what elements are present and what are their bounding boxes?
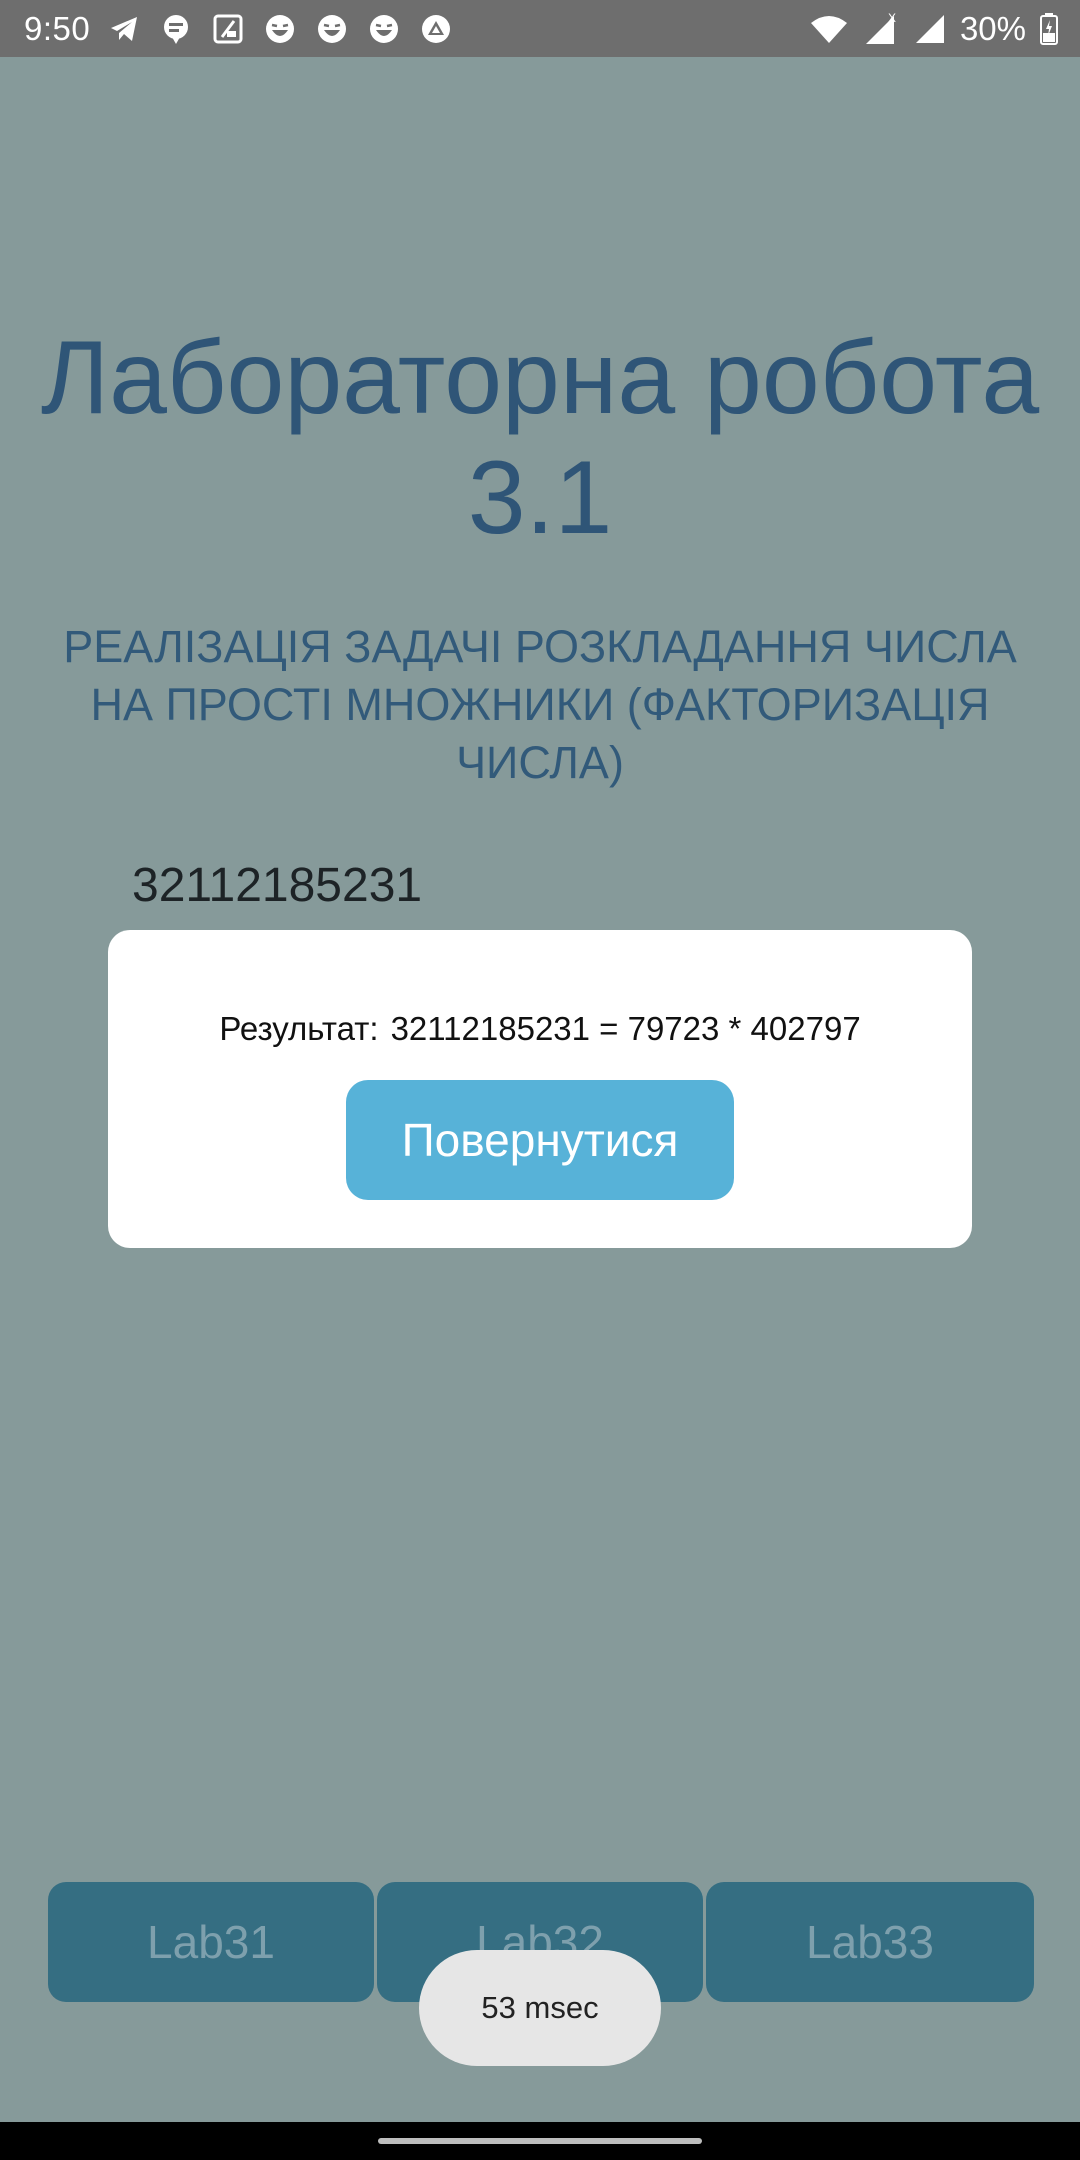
status-bar: 9:50 X 30% [0, 0, 1080, 57]
result-label: Результат: [219, 1010, 379, 1047]
battery-percent: 30% [959, 9, 1026, 47]
result-expression: 32112185231 = 79723 * 402797 [390, 1010, 861, 1047]
wifi-icon [810, 15, 847, 43]
svg-text:X: X [888, 12, 896, 25]
app-screen: 9:50 X 30% Лабораторна робота 3.1 РЕАЛІЗ… [0, 0, 1080, 2160]
status-time: 9:50 [24, 9, 91, 47]
notification-icons [108, 13, 452, 45]
telegram-icon [111, 16, 138, 41]
page-title-line2: 3.1 [467, 440, 613, 556]
result-dialog: Результат: 32112185231 = 79723 * 402797 П… [108, 930, 972, 1248]
status-bar-right: X 30% [808, 10, 1058, 48]
tab-lab31[interactable]: Lab31 [48, 1882, 374, 2002]
emoji-laugh-icon [266, 14, 295, 43]
chat-bubble-icon [164, 14, 189, 44]
app-store-icon [213, 14, 243, 43]
status-bar-left: 9:50 [24, 10, 452, 48]
result-text: Результат: 32112185231 = 79723 * 402797 [108, 1010, 972, 1048]
number-input[interactable] [132, 852, 832, 918]
tab-lab33[interactable]: Lab33 [706, 1882, 1034, 2002]
home-indicator[interactable] [378, 2138, 702, 2144]
signal-icon [915, 14, 944, 43]
page-title-line1: Лабораторна робота [40, 320, 1040, 436]
emoji-laugh-icon [318, 14, 347, 43]
battery-icon [1040, 12, 1058, 45]
page-title: Лабораторна робота 3.1 [0, 318, 1080, 558]
signal-no-service-icon: X [865, 12, 896, 44]
navigation-bar [0, 2122, 1080, 2160]
emoji-laugh-icon [370, 14, 399, 43]
return-button[interactable]: Повернутися [346, 1080, 734, 1200]
toast-message: 53 msec [419, 1950, 661, 2066]
triangle-app-icon [422, 14, 451, 43]
page-subtitle: РЕАЛІЗАЦІЯ ЗАДАЧІ РОЗКЛАДАННЯ ЧИСЛА НА П… [63, 621, 1017, 788]
